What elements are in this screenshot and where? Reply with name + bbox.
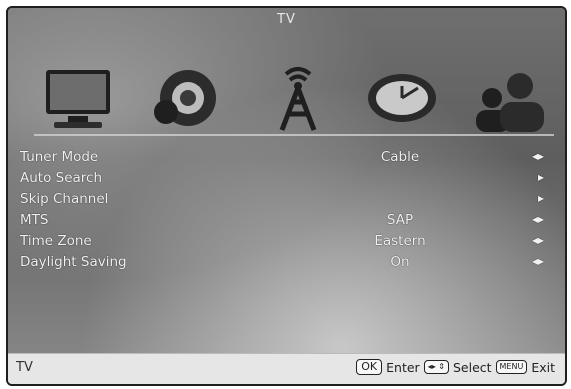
left-right-arrow-icon: ◂▸ <box>531 212 544 226</box>
setting-row-time-zone[interactable]: Time Zone Eastern ◂▸ <box>20 233 550 254</box>
setting-label: Skip Channel <box>20 191 109 207</box>
menu-icon-row <box>38 58 548 138</box>
setting-row-tuner-mode[interactable]: Tuner Mode Cable ◂▸ <box>20 149 550 170</box>
setting-label: Time Zone <box>20 233 92 249</box>
select-hint: Select <box>452 359 492 375</box>
enter-hint: Enter <box>386 359 420 375</box>
picture-icon[interactable] <box>38 58 122 138</box>
right-arrow-icon: ▸ <box>537 170 544 184</box>
left-right-arrow-icon: ◂▸ <box>531 254 544 268</box>
navigation-keys-icon: ◂▸ ⇕ <box>423 360 449 374</box>
ok-key-icon: OK <box>356 359 383 375</box>
right-arrow-icon: ▸ <box>537 191 544 205</box>
time-clock-icon[interactable] <box>358 58 442 138</box>
footer-source-label: TV <box>16 360 33 375</box>
key-hints: OK Enter ◂▸ ⇕ Select MENU Exit <box>356 359 555 375</box>
left-right-arrow-icon: ◂▸ <box>531 149 544 163</box>
setting-value: On <box>390 254 410 270</box>
left-right-arrow-icon: ◂▸ <box>531 233 544 247</box>
setting-label: Auto Search <box>20 170 103 186</box>
exit-hint: Exit <box>531 359 555 375</box>
tv-menu-frame: TV Tuner Mode Cable ◂▸ Auto Search ▸ Ski… <box>6 6 567 386</box>
parental-users-icon[interactable] <box>464 58 548 138</box>
sound-icon[interactable] <box>142 58 226 138</box>
antenna-icon[interactable] <box>256 58 340 138</box>
setting-value: Cable <box>380 149 420 165</box>
setting-row-daylight-saving[interactable]: Daylight Saving On ◂▸ <box>20 254 550 275</box>
setting-value: SAP <box>386 212 414 228</box>
setting-label: Tuner Mode <box>20 149 99 165</box>
setting-row-auto-search[interactable]: Auto Search ▸ <box>20 170 550 191</box>
tv-menu-screen: TV Tuner Mode Cable ◂▸ Auto Search ▸ Ski… <box>0 0 571 389</box>
setting-value: Eastern <box>374 233 426 249</box>
setting-row-skip-channel[interactable]: Skip Channel ▸ <box>20 191 550 212</box>
separator <box>34 134 554 136</box>
menu-title: TV <box>277 12 296 27</box>
settings-list: Tuner Mode Cable ◂▸ Auto Search ▸ Skip C… <box>20 149 550 275</box>
setting-label: Daylight Saving <box>20 254 127 270</box>
footer-bar: TV OK Enter ◂▸ ⇕ Select MENU Exit <box>8 353 565 384</box>
menu-key-icon: MENU <box>495 360 528 374</box>
setting-row-mts[interactable]: MTS SAP ◂▸ <box>20 212 550 233</box>
setting-label: MTS <box>20 212 49 228</box>
